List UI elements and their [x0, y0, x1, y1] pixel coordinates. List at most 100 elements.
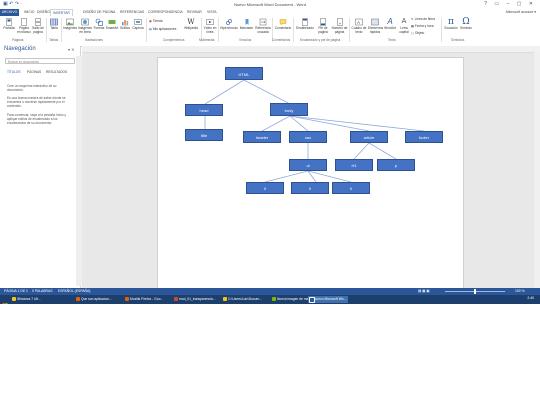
node-li-3[interactable]: li: [332, 182, 370, 194]
tab-vista[interactable]: VISTA: [207, 10, 217, 14]
node-footer[interactable]: footer: [405, 131, 443, 143]
word-count[interactable]: 0 PALABRAS: [32, 289, 52, 293]
tab-diseno[interactable]: DISEÑO: [37, 10, 50, 14]
system-clock[interactable]: 2:40: [527, 296, 534, 300]
tab-diseno-pagina[interactable]: DISEÑO DE PÁGINA: [83, 10, 115, 14]
node-head[interactable]: head: [185, 104, 223, 116]
node-li-1[interactable]: li: [246, 182, 284, 194]
node-p[interactable]: p: [377, 159, 415, 171]
horizontal-ruler[interactable]: [82, 46, 540, 53]
node-title[interactable]: title: [185, 129, 223, 141]
zoom-slider-thumb[interactable]: [474, 289, 476, 294]
vertical-ruler[interactable]: [76, 56, 82, 286]
object-button[interactable]: ▢ Objeto: [411, 31, 424, 36]
document-page[interactable]: HTML head body title header nav article …: [157, 57, 464, 291]
paint-icon: [272, 297, 276, 301]
node-body[interactable]: body: [270, 103, 308, 116]
group-complementos: Complementos: [163, 38, 185, 42]
zoom-level[interactable]: 100 %: [515, 289, 525, 293]
header-icon: [301, 18, 309, 26]
cross-reference-button[interactable]: Referencia cruzada: [255, 18, 271, 34]
page-number-icon: #: [336, 18, 344, 26]
online-pictures-button[interactable]: Imágenes en línea: [78, 18, 92, 34]
cover-page-button[interactable]: Portada: [2, 18, 16, 31]
page-break-button[interactable]: Salto de página: [31, 18, 45, 34]
date-time-button[interactable]: ▦ Fecha y hora: [411, 24, 434, 29]
symbol-button[interactable]: Ω Símbolo: [459, 18, 473, 31]
store-button[interactable]: ▣ Tienda: [149, 19, 162, 24]
nav-help-text-3: Para comenzar, vaya a la pestaña Inicio …: [7, 113, 67, 126]
tab-revisar[interactable]: REVISAR: [187, 10, 202, 14]
quick-parts-button[interactable]: Elementos rápidos: [368, 18, 383, 34]
equation-button[interactable]: π Ecuación: [444, 18, 458, 31]
bookmark-button[interactable]: Marcador: [239, 18, 254, 31]
drop-cap-button[interactable]: A Letra capital: [398, 18, 410, 34]
chart-button[interactable]: Gráfico: [119, 18, 131, 31]
tab-archivo[interactable]: ARCHIVO: [0, 9, 19, 16]
window-controls[interactable]: ? ▭ – ▢ ✕: [484, 1, 536, 7]
my-apps-button[interactable]: ▤ Mis aplicaciones: [149, 27, 176, 32]
wikipedia-button[interactable]: W Wikipedia: [183, 18, 199, 31]
video-icon: [206, 18, 214, 26]
online-video-button[interactable]: Vídeo en línea: [203, 18, 217, 34]
status-bar: PÁGINA 1 DE 1 0 PALABRAS ESPAÑOL (ESPAÑA…: [0, 288, 540, 295]
taskbar-item-3[interactable]: Mozilla Firefox - Goo...: [124, 296, 171, 303]
node-article[interactable]: article: [350, 131, 388, 143]
user-account[interactable]: Microsoft account ▾: [506, 10, 536, 14]
node-h1[interactable]: H1: [335, 159, 373, 171]
nav-tab-paginas[interactable]: PÁGINAS: [27, 70, 41, 74]
nav-tab-titulos[interactable]: TÍTULOS: [7, 70, 20, 74]
node-html[interactable]: HTML: [225, 67, 263, 80]
node-nav[interactable]: nav: [289, 131, 327, 143]
store-icon: ▣: [149, 19, 153, 23]
taskbar-item-2[interactable]: Que son aplicacion...: [75, 296, 122, 303]
taskbar-item-4[interactable]: mod_01_transparencia...: [173, 296, 220, 303]
node-li-2[interactable]: li: [291, 182, 329, 194]
pictures-button[interactable]: Imágenes: [63, 18, 77, 31]
taskbar: Windows 7 Ult... Que son aplicacion... M…: [0, 295, 540, 308]
tab-inicio[interactable]: INICIO: [24, 10, 34, 14]
taskbar-item-7[interactable]: Nuevo Microsoft Wo...: [308, 296, 348, 303]
diagram-connectors: [204, 79, 425, 183]
taskbar-item-6[interactable]: Nueva imagen de ma...: [271, 296, 311, 303]
screenshot-button[interactable]: Captura: [131, 18, 145, 31]
screenshot-icon: [134, 18, 142, 26]
firefox-icon: [125, 297, 129, 301]
cross-reference-icon: [259, 18, 267, 26]
comment-icon: [279, 18, 287, 26]
start-button[interactable]: [2, 296, 8, 308]
group-tablas: Tablas: [49, 38, 59, 42]
page-count[interactable]: PÁGINA 1 DE 1: [4, 289, 28, 293]
signature-line-button[interactable]: ✎ Línea de firma: [411, 17, 435, 22]
hyperlink-button[interactable]: Hipervínculo: [220, 18, 238, 31]
view-buttons[interactable]: ▤ ▦ ▣: [418, 289, 430, 293]
text-box-icon: A: [355, 18, 363, 26]
text-box-button[interactable]: A Cuadro de texto: [351, 18, 367, 34]
group-ilustraciones: Ilustraciones: [85, 38, 103, 42]
taskbar-item-1[interactable]: Windows 7 Ult...: [11, 296, 73, 303]
table-button[interactable]: Tabla: [48, 18, 60, 31]
header-button[interactable]: Encabezado: [295, 18, 315, 31]
page-number-button[interactable]: # Número de página: [331, 18, 348, 34]
tab-correspondencia[interactable]: CORRESPONDENCIA: [148, 10, 183, 14]
vertical-scrollbar[interactable]: [534, 52, 540, 288]
footer-button[interactable]: Pie de página: [316, 18, 330, 34]
blank-page-button[interactable]: Página en blanco: [17, 18, 31, 34]
node-ul[interactable]: ul: [289, 159, 327, 171]
shapes-button[interactable]: Formas: [93, 18, 105, 31]
nav-tab-resultados[interactable]: RESULTADOS: [46, 70, 67, 74]
omega-icon: Ω: [462, 17, 470, 27]
blank-page-icon: [20, 18, 28, 26]
comment-button[interactable]: Comentario: [274, 18, 292, 31]
wordart-button[interactable]: A WordArt: [383, 18, 397, 31]
nav-search-input[interactable]: Buscar en documento: [5, 58, 75, 64]
folder-icon: [12, 297, 16, 301]
node-header[interactable]: header: [243, 131, 281, 143]
nav-close-button[interactable]: ▾ ✕: [68, 47, 74, 52]
shapes-icon: [95, 18, 103, 26]
taskbar-item-5[interactable]: C:\Users\Luiz\Docum...: [222, 296, 269, 303]
smartart-button[interactable]: SmartArt: [105, 18, 119, 31]
folder-icon: [223, 297, 227, 301]
tab-referencias[interactable]: REFERENCIAS: [120, 10, 144, 14]
language-indicator[interactable]: ESPAÑOL (ESPAÑA): [58, 289, 90, 293]
